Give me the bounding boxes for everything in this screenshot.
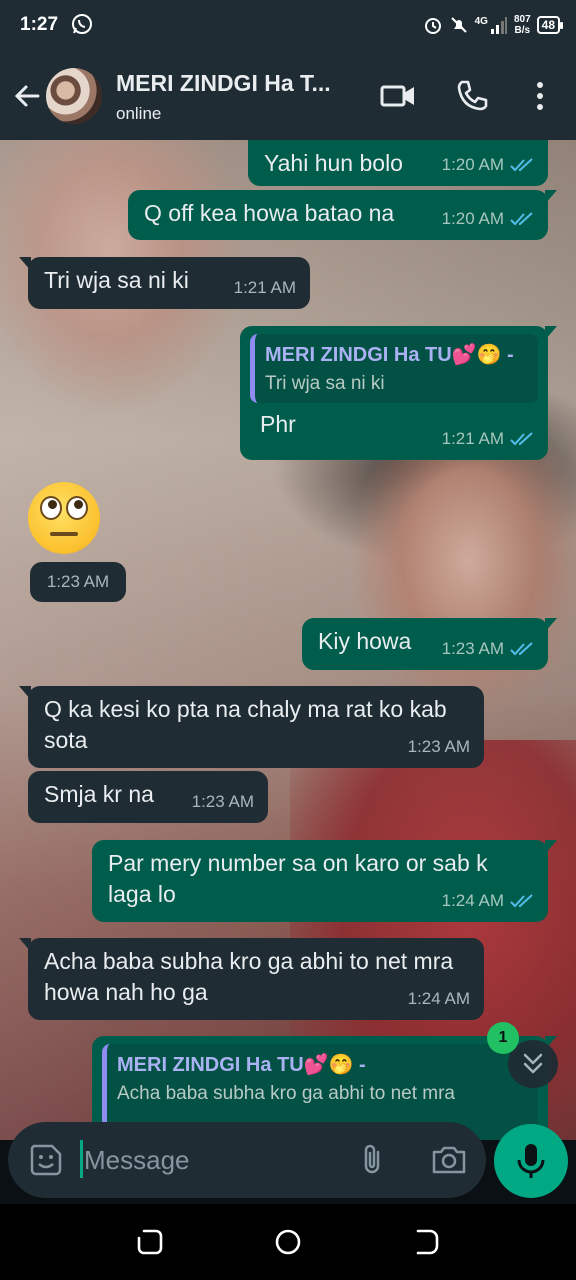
- message-meta: 1:20 AM: [442, 149, 534, 180]
- message-outgoing[interactable]: Kiy howa 1:23 AM: [302, 618, 557, 670]
- alarm-icon: [424, 18, 441, 34]
- message-input[interactable]: [84, 1142, 334, 1178]
- contact-name[interactable]: MERI ZINDGI Ha T...: [116, 70, 331, 97]
- message-meta: 1:24 AM: [442, 885, 534, 916]
- message-outgoing-reply[interactable]: MERI ZINDGI Ha TU💕🤭 - Tri wja sa ni ki P…: [240, 326, 557, 460]
- mute-icon: [450, 17, 467, 33]
- quoted-message[interactable]: MERI ZINDGI Ha TU💕🤭 - Tri wja sa ni ki: [250, 334, 538, 403]
- recents-icon[interactable]: [134, 1226, 166, 1258]
- status-time: 1:27: [20, 14, 59, 35]
- chat-area[interactable]: Yahi hun bolo 1:20 AM Q off kea howa bat…: [0, 140, 576, 1140]
- quoted-text: Tri wja sa ni ki: [265, 373, 385, 394]
- sticker-emoji-icon[interactable]: [28, 1142, 64, 1178]
- avatar[interactable]: [46, 68, 102, 124]
- back-nav-icon[interactable]: [410, 1226, 442, 1258]
- double-check-icon: [510, 211, 533, 225]
- double-check-icon: [510, 893, 533, 907]
- network-speed: 807 B/s: [513, 14, 531, 36]
- network-type: 4G: [474, 15, 488, 27]
- status-bar: 1:27 4G 807 B/s 48: [0, 0, 576, 52]
- whatsapp-icon: [72, 14, 92, 34]
- camera-icon[interactable]: [430, 1142, 468, 1178]
- video-call-icon[interactable]: [378, 76, 418, 116]
- message-meta: 1:21 AM: [233, 278, 296, 297]
- battery-icon: 48: [536, 16, 564, 34]
- back-arrow-icon[interactable]: [8, 76, 48, 116]
- message-composer: [0, 1122, 576, 1204]
- attach-icon[interactable]: [354, 1142, 390, 1178]
- message-outgoing[interactable]: Q off kea howa batao na 1:20 AM: [128, 190, 557, 240]
- message-meta: 1:24 AM: [407, 989, 470, 1008]
- phone-icon[interactable]: [452, 76, 492, 116]
- quoted-text: Acha baba subha kro ga abhi to net mra: [117, 1083, 456, 1104]
- more-vert-icon[interactable]: [520, 76, 560, 116]
- system-navigation-bar: [0, 1204, 576, 1280]
- face-with-rolling-eyes-emoji[interactable]: [28, 482, 100, 554]
- message-input-container[interactable]: [8, 1122, 486, 1198]
- chat-header: MERI ZINDGI Ha T... online: [0, 52, 576, 140]
- home-icon[interactable]: [272, 1226, 304, 1258]
- message-meta: 1:23 AM: [442, 633, 534, 664]
- unread-count-badge: 1: [487, 1022, 519, 1054]
- message-meta: 1:23 AM: [191, 792, 254, 811]
- mic-button[interactable]: [494, 1124, 568, 1198]
- signal-icon: [490, 17, 507, 34]
- message-incoming[interactable]: Tri wja sa ni ki 1:21 AM: [19, 257, 310, 309]
- message-outgoing[interactable]: Yahi hun bolo 1:20 AM: [248, 140, 548, 186]
- quoted-author: MERI ZINDGI Ha TU💕🤭 -: [117, 1054, 366, 1076]
- quoted-author: MERI ZINDGI Ha TU💕🤭 -: [265, 344, 514, 366]
- message-incoming[interactable]: Q ka kesi ko pta na chaly ma rat ko kab …: [19, 686, 484, 768]
- double-check-icon: [510, 157, 533, 171]
- message-incoming[interactable]: Smja kr na 1:23 AM: [28, 771, 268, 823]
- message-outgoing[interactable]: Par mery number sa on karo or sab k laga…: [92, 840, 557, 922]
- whatsapp-chat-screen: 1:27 4G 807 B/s 48 MERI ZINDGI Ha T... o…: [0, 0, 576, 1280]
- double-check-icon: [510, 431, 533, 445]
- emoji-message-time: 1:23 AM: [30, 562, 126, 602]
- message-incoming[interactable]: Acha baba subha kro ga abhi to net mra h…: [19, 938, 484, 1020]
- message-meta: 1:23 AM: [407, 737, 470, 756]
- status-icons: 4G 807 B/s 48: [423, 10, 564, 40]
- double-check-icon: [510, 641, 533, 655]
- message-meta: 1:20 AM: [442, 203, 534, 234]
- message-meta: 1:21 AM: [442, 423, 534, 454]
- contact-status: online: [116, 104, 162, 123]
- text-cursor: [80, 1140, 83, 1178]
- mic-icon: [517, 1144, 545, 1178]
